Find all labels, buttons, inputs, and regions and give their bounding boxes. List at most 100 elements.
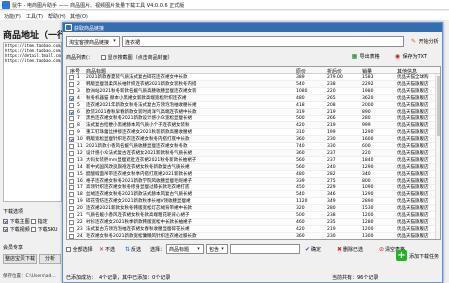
chevron-down-icon[interactable]: ▾ [219, 246, 226, 253]
table-header: 序号 商品标题 原价 折后价 销量 其他信息 [67, 67, 440, 75]
dialog-title: 获取商品链接 [74, 26, 105, 32]
checkbox-icon[interactable] [3, 219, 8, 224]
row-checkbox[interactable] [69, 144, 74, 149]
main-title-bar: 鼠牛 - 电商图片助手 —— 商品图片、视频图片批量下载工具 V4.0.0.6 … [0, 0, 449, 10]
member-label: 会员专享 [3, 245, 24, 251]
app-icon [2, 1, 10, 9]
row-checkbox[interactable] [69, 192, 74, 198]
download-options: 下载选项 下载主图 下载视频 指定 下载SKU [3, 208, 63, 236]
delete-selected-button[interactable]: ✖删除已选 [336, 246, 363, 253]
dialog-app-icon [65, 24, 72, 31]
selection-toolbar: 全部选择 ✕不选 ⇅反选 选择： 商品标题 ▾ 包含 ▾ ✔确定 ✖删除已选 ⊘… [66, 244, 441, 255]
menu-tools[interactable]: 工具(T) [26, 13, 43, 20]
main-right-edge [443, 21, 449, 283]
auto-screenshot-option[interactable]: 显示搜截图（点击商品封面） [101, 54, 173, 61]
row-checkbox[interactable] [69, 226, 74, 232]
product-list-label: 商品列表(： [66, 55, 93, 61]
option-main-image[interactable]: 下载主图 [3, 218, 30, 225]
row-checkbox[interactable] [69, 185, 74, 191]
row-checkbox[interactable] [69, 178, 74, 184]
row-checkbox[interactable] [69, 219, 74, 225]
checkbox-icon[interactable] [66, 247, 71, 252]
excel-icon: ▦ [351, 53, 358, 60]
row-checkbox[interactable] [69, 150, 74, 156]
dialog-title-bar: 获取商品链接 [63, 23, 442, 32]
clear-icon: ⊘ [378, 246, 385, 253]
option-video[interactable]: 下载视频 [3, 226, 30, 233]
row-checkbox[interactable] [69, 164, 74, 170]
table-cell: 优品天猫旗舰店 [397, 233, 429, 239]
chevron-down-icon[interactable]: ▾ [111, 38, 118, 45]
menu-function[interactable]: 功能(F) [4, 13, 21, 20]
row-checkbox[interactable] [69, 95, 74, 101]
add-download-task-button[interactable]: + 添加下载任务 [396, 250, 441, 264]
plus-icon: + [396, 250, 407, 261]
invert-button[interactable]: ⇅反选 [124, 246, 141, 253]
checkbox-icon[interactable] [31, 227, 36, 232]
url-input-area[interactable]: https://item.taobao.com/ https://item.ta… [3, 42, 62, 202]
row-checkbox[interactable] [69, 102, 74, 108]
table-cell: 毛衣裙女秋冬2021新款宽松慵懒风针织连衣裙过膝长款 [86, 233, 197, 239]
contains-select[interactable]: 包含 ▾ [206, 244, 228, 254]
product-address-heading: 商品地址（一行 [3, 31, 67, 41]
confirm-button[interactable]: ✔确定 [304, 246, 321, 253]
download-options-label: 下载选项 [3, 209, 24, 215]
filter-text-input[interactable] [230, 244, 300, 254]
table-cell: 360 [296, 233, 305, 239]
option-specified[interactable]: 指定 [31, 218, 48, 225]
row-checkbox[interactable] [69, 88, 74, 94]
status-added-label: 已添加成功： [66, 275, 97, 281]
start-analyze-button[interactable]: ✎ 开始分析 [410, 38, 439, 45]
menu-other[interactable]: 其他(O) [70, 13, 88, 20]
row-checkbox[interactable] [69, 233, 74, 239]
keyword-input[interactable]: 连衣裙 [122, 36, 404, 47]
row-checkbox[interactable] [69, 157, 74, 163]
check-icon: ✔ [304, 246, 311, 253]
status-bar: 已添加成功： 4个记录，其中已添加：0个记录 当前共有：96个记录 [66, 272, 441, 282]
status-added-count: 4个记录，其中已添加：0个记录 [99, 275, 171, 281]
table-cell: 1300 [362, 233, 374, 239]
add-download-task-label: 添加下载任务 [409, 254, 440, 260]
table-cell: 230 [327, 233, 336, 239]
row-checkbox[interactable] [69, 213, 74, 218]
row-checkbox[interactable] [69, 199, 74, 205]
export-table-button[interactable]: ▦ 导出表格 [351, 53, 380, 60]
shop-download-button[interactable]: 整店宝贝下载 [3, 254, 37, 264]
checkbox-icon[interactable] [31, 219, 36, 224]
checkbox-icon[interactable] [101, 55, 106, 60]
analyze-main-button[interactable]: 分析 [39, 254, 61, 264]
save-txt-button[interactable]: ◉ 保存为TXT [394, 53, 427, 60]
search-scope-select[interactable]: 淘宝客搜商品链接 ▾ [66, 36, 120, 47]
get-product-links-dialog: 获取商品链接 淘宝客搜商品链接 ▾ 连衣裙 ✎ 开始分析 商品列表(： 显示搜截… [62, 22, 443, 283]
delete-icon: ✖ [336, 246, 343, 253]
menu-bar: 功能(F) 工具(T) 帮助(H) 其他(O) [0, 11, 449, 20]
row-checkbox[interactable] [69, 171, 74, 177]
keyword-value: 连衣裙 [125, 40, 141, 46]
row-checkbox[interactable] [69, 137, 74, 143]
menu-help[interactable]: 帮助(H) [48, 13, 66, 20]
status-total: 当前共有：96个记录 [332, 275, 379, 281]
condition-select[interactable]: 商品标题 ▾ [166, 244, 204, 254]
save-path: 保存位置：C:\Users\ad... [3, 274, 56, 279]
vertical-scrollbar[interactable] [435, 74, 440, 239]
condition-value: 商品标题 [169, 247, 190, 253]
save-icon: ◉ [394, 53, 401, 60]
row-checkbox[interactable] [69, 109, 74, 115]
row-checkbox[interactable] [69, 123, 74, 129]
row-checkbox[interactable] [69, 206, 74, 212]
chevron-down-icon[interactable]: ▾ [195, 246, 202, 253]
table-cell: 24 [77, 233, 83, 239]
deselect-button[interactable]: ✕不选 [98, 246, 115, 253]
search-scope-value: 淘宝客搜商品链接 [69, 40, 110, 46]
scroll-thumb[interactable] [437, 76, 440, 136]
condition-label: 选择： [150, 247, 166, 253]
option-sku[interactable]: 下载SKU [31, 226, 58, 233]
invert-icon: ⇅ [124, 246, 131, 253]
checkbox-icon[interactable] [3, 227, 8, 232]
select-all-option[interactable]: 全部选择 [66, 246, 93, 253]
row-checkbox[interactable] [69, 116, 74, 122]
row-checkbox[interactable] [69, 81, 74, 87]
row-checkbox[interactable] [69, 130, 74, 136]
table-row[interactable]: 24 毛衣裙女秋冬2021新款宽松慵懒风针织连衣裙过膝长款 360 230 1300 优品… [67, 232, 436, 239]
row-checkbox[interactable] [69, 75, 74, 80]
